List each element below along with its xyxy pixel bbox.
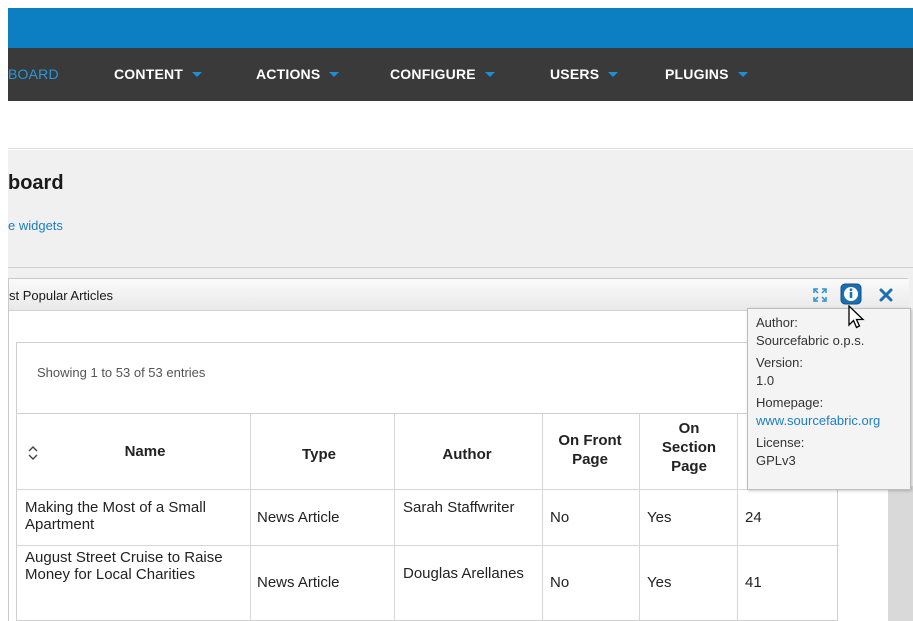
nav-item-dashboard[interactable]: BOARD	[8, 48, 59, 101]
chevron-down-icon	[484, 71, 495, 77]
cell-hits: 24	[745, 509, 762, 526]
col-sep	[250, 414, 251, 621]
expand-icon[interactable]	[813, 288, 827, 307]
chevron-down-icon	[329, 71, 340, 77]
cell-hits: 41	[745, 574, 762, 591]
left-edge	[0, 8, 8, 621]
cell-name[interactable]: August Street Cruise to Raise Money for …	[25, 549, 240, 583]
nav-label-actions: ACTIONS	[256, 66, 321, 82]
scrollbar[interactable]	[888, 486, 913, 621]
tooltip-homepage-label: Homepage:	[756, 395, 824, 410]
col-sep	[639, 414, 640, 621]
main-nav: BOARD CONTENT ACTIONS CONFIGURE USERS PL…	[8, 48, 913, 101]
tooltip-license: GPLv3	[756, 453, 796, 468]
entries-info: Showing 1 to 53 of 53 entries	[37, 365, 206, 380]
table-top-border	[17, 413, 839, 414]
cursor-icon	[847, 304, 867, 336]
nav-item-actions[interactable]: ACTIONS	[256, 48, 340, 101]
cell-section: Yes	[647, 509, 672, 526]
cell-name[interactable]: Making the Most of a Small Apartment	[25, 499, 240, 533]
sort-icon[interactable]	[27, 445, 39, 466]
chevron-down-icon	[608, 71, 619, 77]
header-bar	[8, 8, 913, 48]
nav-label-dashboard: BOARD	[8, 66, 59, 82]
col-sep	[737, 414, 738, 621]
chevron-down-icon	[192, 71, 203, 77]
col-header-on-section-page[interactable]: On Section Page	[653, 419, 725, 476]
chevron-down-icon	[737, 71, 748, 77]
nav-item-content[interactable]: CONTENT	[114, 48, 203, 101]
manage-widgets-link[interactable]: e widgets	[8, 218, 63, 233]
nav-label-content: CONTENT	[114, 66, 184, 82]
row-border	[17, 545, 839, 546]
nav-item-users[interactable]: USERS	[550, 48, 619, 101]
tooltip-license-label: License:	[756, 435, 805, 450]
cell-type: News Article	[257, 574, 340, 591]
col-header-on-front-page[interactable]: On Front Page	[550, 431, 630, 469]
page-title: board	[8, 172, 64, 194]
nav-label-users: USERS	[550, 66, 600, 82]
widget-header: st Popular Articles	[9, 279, 909, 311]
tooltip-version-label: Version:	[756, 355, 803, 370]
col-header-type[interactable]: Type	[279, 445, 359, 464]
col-header-name[interactable]: Name	[117, 442, 173, 461]
tooltip-homepage-link[interactable]: www.sourcefabric.org	[756, 412, 902, 430]
nav-label-configure: CONFIGURE	[390, 66, 476, 82]
header-row-border	[17, 489, 839, 490]
cell-section: Yes	[647, 574, 672, 591]
widget-title: st Popular Articles	[9, 288, 114, 303]
col-sep	[542, 414, 543, 621]
col-header-author[interactable]: Author	[412, 445, 522, 464]
tooltip-author: Sourcefabric o.p.s.	[756, 333, 865, 348]
toolbar-area	[8, 101, 913, 149]
widget-info-tooltip: Author: Sourcefabric o.p.s. Version: 1.0…	[747, 308, 911, 490]
articles-table-box: Showing 1 to 53 of 53 entries Name Type …	[16, 342, 839, 621]
cell-front: No	[550, 509, 570, 526]
cell-front: No	[550, 574, 570, 591]
top-strip	[0, 0, 913, 8]
tooltip-author-label: Author:	[756, 315, 798, 330]
cell-type: News Article	[257, 509, 340, 526]
cell-author: Douglas Arellanes	[403, 565, 524, 582]
tooltip-version: 1.0	[756, 373, 775, 388]
nav-item-plugins[interactable]: PLUGINS	[665, 48, 748, 101]
nav-item-configure[interactable]: CONFIGURE	[390, 48, 495, 101]
divider	[8, 267, 913, 268]
cell-author: Sarah Staffwriter	[403, 499, 515, 516]
close-icon[interactable]	[879, 288, 893, 307]
col-sep	[394, 414, 395, 621]
nav-label-plugins: PLUGINS	[665, 66, 729, 82]
